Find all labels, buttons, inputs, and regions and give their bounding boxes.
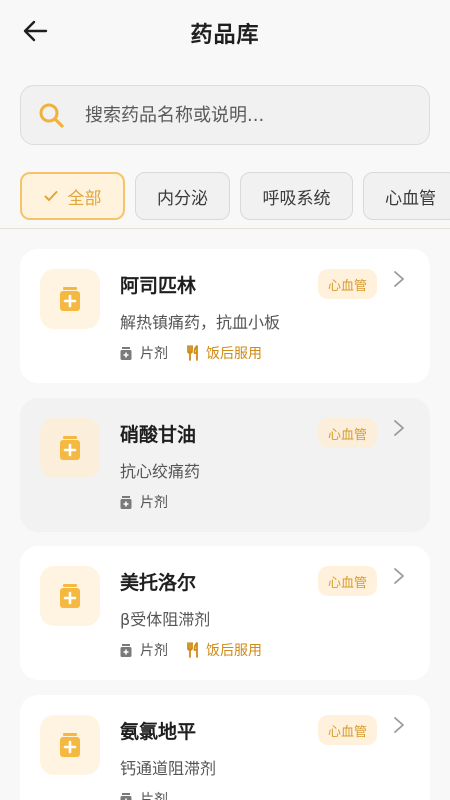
- filter-divider: [0, 228, 450, 229]
- filter-chip-label: 内分泌: [157, 188, 208, 209]
- pill-box-icon: [120, 495, 132, 509]
- drug-card[interactable]: 美托洛尔 β受体阻滞剂 片剂 饭后服用 心血管: [20, 546, 430, 680]
- check-icon: [44, 190, 58, 202]
- chevron-right-icon: [394, 271, 404, 287]
- chevron-right-icon: [394, 420, 404, 436]
- dosage-form-label: 片剂: [140, 792, 168, 800]
- fork-knife-icon: [187, 642, 198, 658]
- drug-icon-box: [40, 715, 100, 775]
- meal-instruction: 饭后服用: [186, 640, 262, 660]
- drug-card[interactable]: 阿司匹林 解热镇痛药，抗血小板 片剂 饭后服用 心血管: [20, 249, 430, 383]
- drug-meta: 片剂 饭后服用: [120, 640, 262, 660]
- drug-icon-box: [40, 418, 100, 478]
- filter-chip-label: 全部: [67, 188, 102, 209]
- dosage-form: 片剂: [120, 492, 168, 512]
- filter-chip-label: 呼吸系统: [262, 188, 331, 209]
- category-filter-bar: 全部 内分泌 呼吸系统 心血管: [20, 172, 450, 220]
- dosage-form: 片剂: [120, 343, 168, 363]
- chevron-right-icon: [394, 568, 404, 584]
- filter-chip-label: 心血管: [385, 188, 436, 209]
- drug-card[interactable]: 硝酸甘油 抗心绞痛药 片剂 心血管: [20, 398, 430, 532]
- filter-chip-endocrine[interactable]: 内分泌: [135, 172, 230, 220]
- drug-library-screen: 药品库 全部 内分泌 呼吸系统 心血管: [0, 0, 450, 800]
- drug-name: 阿司匹林: [120, 275, 197, 297]
- filter-chip-cardiovascular[interactable]: 心血管: [363, 172, 450, 220]
- magnifier-icon: [39, 103, 64, 128]
- fork-knife-icon: [187, 345, 198, 361]
- medicine-bottle-icon: [60, 287, 80, 311]
- search-bar[interactable]: [20, 85, 430, 145]
- drug-description: β受体阻滞剂: [120, 610, 211, 629]
- drug-meta: 片剂: [120, 492, 168, 512]
- drug-meta: 片剂: [120, 789, 168, 800]
- filter-chip-respiratory[interactable]: 呼吸系统: [240, 172, 353, 220]
- medicine-bottle-icon: [60, 733, 80, 757]
- dosage-form: 片剂: [120, 640, 168, 660]
- filter-chip-all[interactable]: 全部: [20, 172, 125, 220]
- drug-meta: 片剂 饭后服用: [120, 343, 262, 363]
- category-tag: 心血管: [318, 566, 378, 596]
- medicine-bottle-icon: [60, 584, 80, 608]
- pill-box-icon: [120, 346, 132, 360]
- drug-icon-box: [40, 566, 100, 626]
- drug-icon-box: [40, 269, 100, 329]
- meal-instruction: 饭后服用: [186, 343, 262, 363]
- dosage-form-label: 片剂: [140, 643, 168, 659]
- drug-name: 氨氯地平: [120, 721, 197, 743]
- search-input[interactable]: [85, 98, 415, 132]
- drug-name: 硝酸甘油: [120, 424, 197, 446]
- category-tag: 心血管: [318, 715, 378, 745]
- meal-instruction-label: 饭后服用: [206, 346, 262, 362]
- dosage-form-label: 片剂: [140, 495, 168, 511]
- dosage-form: 片剂: [120, 789, 168, 800]
- category-tag: 心血管: [318, 418, 378, 448]
- drug-description: 钙通道阻滞剂: [120, 759, 217, 778]
- drug-card[interactable]: 氨氯地平 钙通道阻滞剂 片剂 心血管: [20, 695, 430, 800]
- drug-name: 美托洛尔: [120, 572, 197, 594]
- page-title: 药品库: [190, 23, 260, 48]
- medicine-bottle-icon: [60, 436, 80, 460]
- category-tag: 心血管: [318, 269, 378, 299]
- meal-instruction-label: 饭后服用: [206, 643, 262, 659]
- dosage-form-label: 片剂: [140, 346, 168, 362]
- drug-description: 抗心绞痛药: [120, 462, 201, 481]
- pill-box-icon: [120, 792, 132, 800]
- chevron-right-icon: [394, 717, 404, 733]
- drug-description: 解热镇痛药，抗血小板: [120, 313, 281, 332]
- pill-box-icon: [120, 643, 132, 657]
- top-bar: 药品库: [0, 0, 450, 64]
